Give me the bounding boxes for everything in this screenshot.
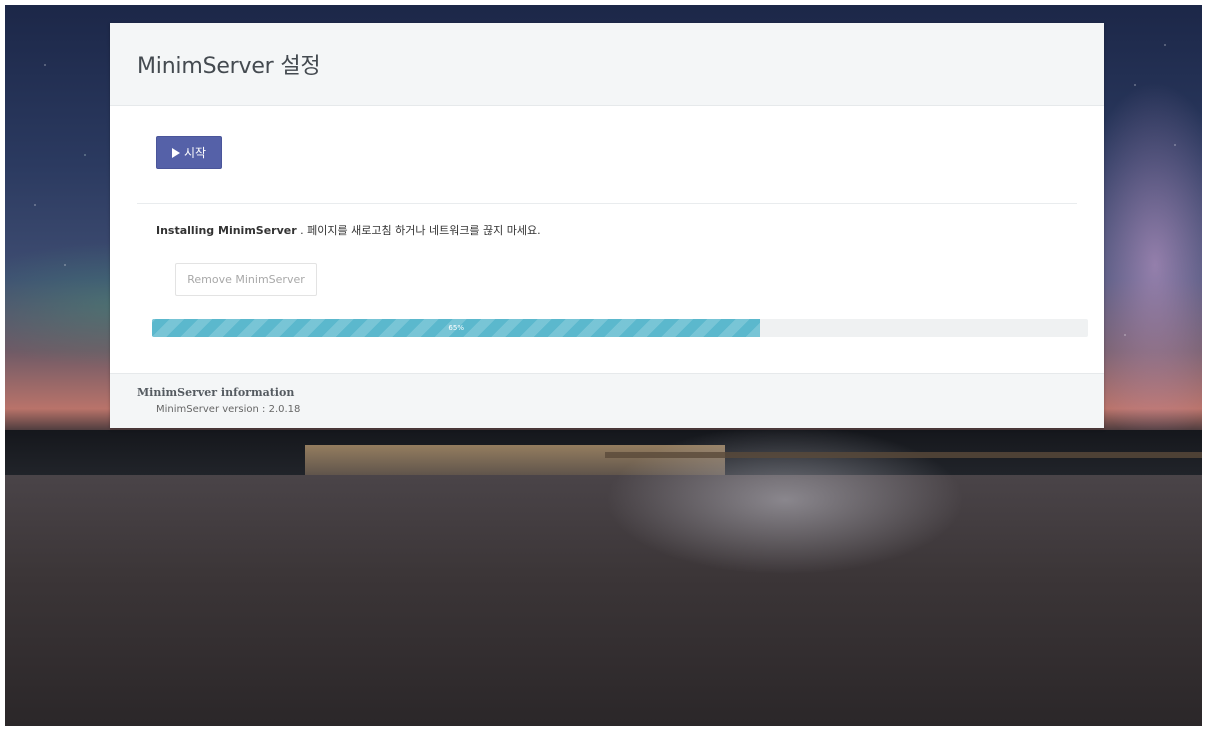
start-button-label: 시작 [183,146,207,160]
panel-header: MinimServer 설정 [110,23,1104,106]
progress-label: 65% [448,324,464,332]
progress-fill: 65% [152,319,761,337]
hot-spring-ground [5,475,1202,726]
install-progress-bar: 65% [152,319,1088,337]
page-title: MinimServer 설정 [137,54,321,79]
info-title: MinimServer information [137,386,295,399]
remove-button-label: Remove MinimServer [187,273,305,286]
start-button[interactable]: 시작 [156,136,222,169]
divider [137,203,1077,204]
version-text: MinimServer version : 2.0.18 [156,404,301,415]
install-status-name: Installing MinimServer [156,224,297,237]
info-footer: MinimServer information MinimServer vers… [110,373,1104,428]
install-status-message: Installing MinimServer . 페이지를 새로고침 하거나 네… [156,222,541,238]
settings-panel: MinimServer 설정 시작 Installing MinimServer… [110,23,1104,428]
install-status-warning: . 페이지를 새로고침 하거나 네트워크를 끊지 마세요. [296,224,541,237]
boardwalk [605,452,1202,458]
steam [605,425,965,575]
panel-body: 시작 Installing MinimServer . 페이지를 새로고침 하거… [110,106,1104,373]
play-icon [171,147,180,158]
remove-minimserver-button[interactable]: Remove MinimServer [175,263,317,296]
